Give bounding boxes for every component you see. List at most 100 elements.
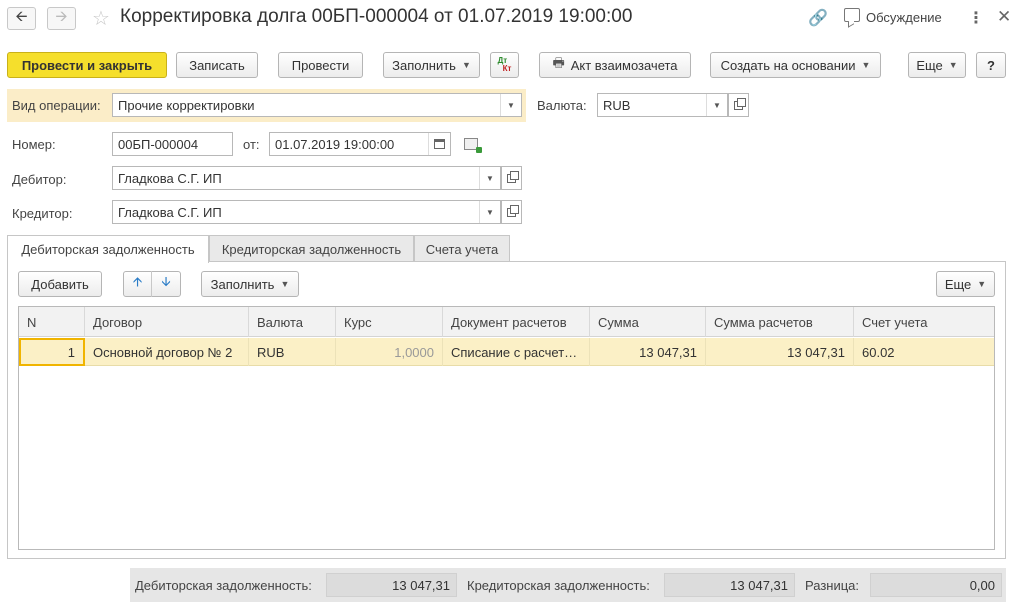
chevron-down-icon[interactable]: ▼ <box>479 201 500 223</box>
caret-down-icon: ▼ <box>280 279 290 289</box>
difference-label: Разница: <box>805 578 860 593</box>
date-value: 01.07.2019 19:00:00 <box>275 136 395 152</box>
save-button[interactable]: Записать <box>176 52 258 78</box>
chevron-down-icon[interactable]: ▼ <box>500 94 521 116</box>
receivable-total-value: 13 047,31 <box>326 573 457 597</box>
debtor-label: Дебитор: <box>12 172 67 187</box>
cell-currency[interactable]: RUB <box>249 338 336 366</box>
discussion-link[interactable]: Обсуждение <box>866 10 942 25</box>
document-icon <box>464 138 482 153</box>
number-label: Номер: <box>12 137 56 152</box>
chevron-down-icon[interactable]: ▼ <box>706 94 727 116</box>
caret-down-icon: ▼ <box>861 60 871 70</box>
calendar-button[interactable] <box>428 133 450 155</box>
table-more-button[interactable]: Еще ▼ <box>936 271 995 297</box>
caret-down-icon: ▼ <box>977 279 987 289</box>
offset-act-button[interactable]: 🖶 Акт взаимозачета <box>539 52 691 78</box>
creditor-value: Гладкова С.Г. ИП <box>118 204 222 220</box>
table-header: N Договор Валюта Курс Документ расчетов … <box>19 307 994 337</box>
column-header-settlement-amount[interactable]: Сумма расчетов <box>706 307 854 337</box>
cell-rate[interactable]: 1,0000 <box>336 338 443 366</box>
open-icon <box>507 204 519 217</box>
payable-total-label: Кредиторская задолженность: <box>467 578 650 593</box>
cell-amount[interactable]: 13 047,31 <box>590 338 706 366</box>
currency-label: Валюта: <box>537 98 587 113</box>
operation-type-select[interactable]: Прочие корректировки ▼ <box>112 93 522 117</box>
more-label: Еще <box>916 57 943 73</box>
table-fill-label: Заполнить <box>210 276 275 292</box>
column-header-n[interactable]: N <box>19 307 85 337</box>
table-row[interactable]: 1 Основной договор № 2 RUB 1,0000 Списан… <box>19 338 994 366</box>
create-based-label: Создать на основании <box>720 57 856 73</box>
close-icon[interactable]: ✕ <box>997 7 1011 27</box>
difference-value: 0,00 <box>870 573 1002 597</box>
window-title: Корректировка долга 00БП-000004 от 01.07… <box>120 6 633 27</box>
fill-label: Заполнить <box>392 57 456 73</box>
discussion-icon[interactable] <box>844 8 860 22</box>
document-status-button[interactable] <box>464 138 482 153</box>
arrow-up-icon: 🡩 <box>132 274 143 289</box>
more-button[interactable]: Еще ▼ <box>908 52 966 78</box>
arrow-right-icon: 🡪 <box>55 8 68 25</box>
caret-down-icon: ▼ <box>461 60 471 70</box>
column-header-currency[interactable]: Валюта <box>249 307 336 337</box>
receivables-table[interactable]: N Договор Валюта Курс Документ расчетов … <box>18 306 995 550</box>
tab-payables[interactable]: Кредиторская задолженность <box>209 235 414 262</box>
move-buttons-group: 🡩 🡫 <box>123 271 181 297</box>
printer-icon: 🖶 <box>552 55 565 70</box>
arrow-down-icon: 🡫 <box>161 274 171 289</box>
dt-kt-icon: Дт Кт <box>497 56 512 73</box>
creditor-open-button[interactable] <box>501 200 522 224</box>
add-row-button[interactable]: Добавить <box>18 271 102 297</box>
dt-kt-button[interactable]: Дт Кт <box>490 52 519 78</box>
open-icon <box>507 170 519 183</box>
currency-value: RUB <box>603 97 631 113</box>
column-header-amount[interactable]: Сумма <box>590 307 706 337</box>
open-icon <box>734 97 746 110</box>
post-and-close-button[interactable]: Провести и закрыть <box>7 52 167 78</box>
move-up-button[interactable]: 🡩 <box>124 271 153 297</box>
receivable-total-label: Дебиторская задолженность: <box>135 578 312 593</box>
date-label: от: <box>243 137 260 152</box>
calendar-icon <box>434 139 445 149</box>
caret-down-icon: ▼ <box>948 60 958 70</box>
tab-accounts[interactable]: Счета учета <box>414 235 510 262</box>
back-button[interactable]: 🡨 <box>7 7 36 30</box>
column-header-account[interactable]: Счет учета <box>854 307 994 337</box>
creditor-select[interactable]: Гладкова С.Г. ИП ▼ <box>112 200 501 224</box>
currency-open-button[interactable] <box>728 93 749 117</box>
cell-settlement-amount[interactable]: 13 047,31 <box>706 338 854 366</box>
table-fill-dropdown-button[interactable]: Заполнить ▼ <box>201 271 299 297</box>
column-header-contract[interactable]: Договор <box>85 307 249 337</box>
post-button[interactable]: Провести <box>278 52 363 78</box>
creditor-label: Кредитор: <box>12 206 73 221</box>
number-input[interactable]: 00БП-000004 <box>112 132 233 156</box>
forward-button[interactable]: 🡪 <box>47 7 76 30</box>
operation-type-value: Прочие корректировки <box>118 97 255 113</box>
payable-total-value: 13 047,31 <box>664 573 795 597</box>
tab-receivables[interactable]: Дебиторская задолженность <box>7 235 209 263</box>
date-input[interactable]: 01.07.2019 19:00:00 <box>269 132 451 156</box>
help-button[interactable]: ? <box>976 52 1006 78</box>
currency-select[interactable]: RUB ▼ <box>597 93 728 117</box>
create-based-on-button[interactable]: Создать на основании ▼ <box>710 52 881 78</box>
cell-n[interactable]: 1 <box>19 338 85 366</box>
cell-account[interactable]: 60.02 <box>854 338 994 366</box>
move-down-button[interactable]: 🡫 <box>152 271 180 297</box>
offset-act-label: Акт взаимозачета <box>570 57 678 73</box>
debtor-open-button[interactable] <box>501 166 522 190</box>
cell-document[interactable]: Списание с расчет… <box>443 338 590 366</box>
table-more-label: Еще <box>944 276 972 292</box>
chevron-down-icon[interactable]: ▼ <box>479 167 500 189</box>
fill-dropdown-button[interactable]: Заполнить ▼ <box>383 52 480 78</box>
column-header-document[interactable]: Документ расчетов <box>443 307 590 337</box>
more-vert-icon[interactable]: ⋮ <box>968 8 984 28</box>
debtor-value: Гладкова С.Г. ИП <box>118 170 222 186</box>
arrow-left-icon: 🡨 <box>15 8 28 25</box>
cell-contract[interactable]: Основной договор № 2 <box>85 338 249 366</box>
debtor-select[interactable]: Гладкова С.Г. ИП ▼ <box>112 166 501 190</box>
favorite-star-icon[interactable]: ☆ <box>92 6 110 31</box>
operation-type-label: Вид операции: <box>12 98 101 113</box>
link-icon[interactable]: 🔗 <box>808 8 828 28</box>
column-header-rate[interactable]: Курс <box>336 307 443 337</box>
